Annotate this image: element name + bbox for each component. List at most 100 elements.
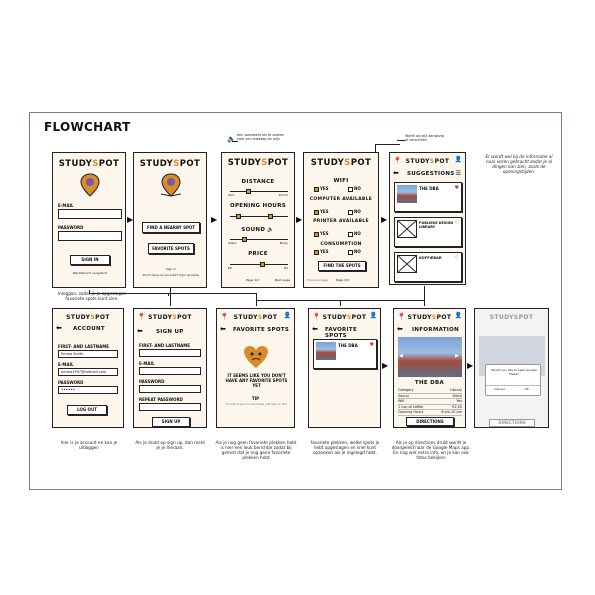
password-label: PASSWORD	[58, 380, 84, 385]
connector	[375, 144, 400, 145]
distance-slider[interactable]	[230, 191, 288, 192]
directions-button[interactable]: DIRECTIONS	[406, 417, 454, 426]
connector	[170, 288, 171, 306]
heart-outline-icon[interactable]: ♡	[455, 255, 459, 261]
computer-no-option[interactable]: NO	[348, 209, 361, 215]
directions-button[interactable]: DIRECTIONS	[489, 419, 535, 427]
sign-in-button[interactable]: SIGN IN	[70, 255, 110, 265]
sign-up-header: SIGN UP	[156, 329, 184, 335]
previous-page-link[interactable]: Previous page	[307, 278, 328, 283]
login-caption: Inloggen, zodat je je opgeslagen favorie…	[57, 291, 127, 301]
sound-knob[interactable]	[242, 237, 247, 242]
user-icon[interactable]: 👤	[284, 312, 291, 319]
suggestion-card[interactable]: KOFFIEBAR ♡	[394, 252, 462, 282]
connector	[397, 140, 405, 141]
sign-up-link[interactable]: Don't have an account? Sign up here!	[139, 273, 203, 278]
repeat-password-input[interactable]	[139, 403, 201, 411]
location-pin-icon: 📍	[393, 157, 402, 165]
studyspot-logo: STUDYSPOT	[58, 159, 120, 169]
studyspot-logo: STUDYSPOT	[310, 158, 372, 168]
name-input[interactable]	[139, 349, 201, 357]
suggestion-card[interactable]: PUBLIEKE DESIGN LIBRARY ♡	[394, 217, 462, 247]
distance-min: 0km	[228, 193, 235, 197]
distance-max: 20 km	[278, 193, 288, 197]
next-page-link[interactable]: Next page	[275, 278, 290, 283]
opening-knob-end[interactable]	[268, 214, 273, 219]
image-placeholder-icon	[397, 255, 417, 273]
information-caption: Als je op directions drukt wordt je door…	[391, 440, 471, 460]
sign-in-link[interactable]: Sign in	[139, 267, 203, 272]
forgot-password-link[interactable]: Wachtwoord vergeten?	[59, 271, 121, 276]
studyspot-logo: STUDYSPOT	[66, 314, 110, 321]
back-arrow-icon[interactable]: ⬅	[137, 327, 143, 335]
email-input[interactable]	[139, 367, 201, 375]
info-key: Opening Hours	[398, 410, 424, 415]
page-indicator: Page 2/2	[336, 278, 350, 282]
heart-outline-icon[interactable]: ♡	[455, 220, 459, 226]
info-key: Sound	[398, 393, 409, 398]
sign-up-button[interactable]: SIGN UP	[152, 417, 190, 427]
name-field[interactable]: Emma Smith	[58, 350, 118, 358]
studyspot-logo: STUDYSPOT	[227, 158, 289, 168]
wifi-no-option[interactable]: NO	[348, 186, 361, 192]
printer-header: PRINTER AVAILABLE	[313, 219, 369, 224]
consumption-yes-option[interactable]: YES	[314, 249, 329, 255]
cancel-button[interactable]: Cancel	[486, 387, 513, 392]
back-arrow-icon[interactable]: ⬅	[312, 325, 318, 333]
log-out-button[interactable]: LOG OUT	[67, 405, 107, 415]
price-knob[interactable]	[260, 262, 265, 267]
favorites-caption: favoriete plekken, welke spots je hebt o…	[310, 440, 380, 455]
password-field[interactable]: ••••••	[58, 386, 118, 394]
email-field[interactable]: emma1997@hotmail.com	[58, 368, 118, 376]
opening-knob-start[interactable]	[236, 214, 241, 219]
consumption-no-option[interactable]: NO	[348, 249, 361, 255]
spot-name: THE DBA	[338, 343, 358, 348]
prev-photo-icon[interactable]: ◀	[399, 353, 403, 359]
tip-label: TIP	[251, 396, 260, 401]
spot-name: THE DBA	[419, 186, 439, 191]
dialog-text: Would you like to open Google Maps?	[491, 368, 537, 376]
next-photo-icon[interactable]: ▶	[455, 353, 459, 359]
password-input[interactable]	[58, 231, 122, 241]
heart-icon[interactable]: ♥	[455, 185, 459, 191]
name-label: FIRST- AND LASTNAME	[139, 343, 190, 348]
info-key: Wifi	[398, 399, 405, 404]
back-arrow-icon[interactable]: ⬅	[397, 325, 403, 333]
info-value: 8 am-10 pm	[441, 410, 462, 415]
sound-slider[interactable]	[230, 239, 288, 240]
account-header: ACCOUNT	[73, 326, 105, 332]
wifi-header: WIFI	[333, 178, 349, 184]
find-nearby-spot-button[interactable]: FIND A NEARBY SPOT	[142, 222, 200, 233]
location-pin-icon: 📍	[137, 313, 146, 321]
filters-page1-screen: STUDYSPOT DISTANCE 0km 20 km OPENING HOU…	[221, 152, 295, 288]
printer-yes-option[interactable]: YES	[314, 231, 329, 237]
price-header: PRICE	[248, 251, 268, 257]
wifi-yes-option[interactable]: YES	[314, 186, 329, 192]
heart-icon[interactable]: ♥	[370, 342, 374, 348]
favorite-spots-button[interactable]: FAVORITE SPOTS	[148, 243, 194, 254]
arrow-right-icon: ▶	[211, 215, 218, 224]
back-arrow-icon[interactable]: ⬅	[56, 324, 62, 332]
suggestion-card[interactable]: THE DBA ♥	[394, 182, 462, 212]
location-pin-icon: 📍	[312, 313, 321, 321]
user-icon[interactable]: 👤	[455, 156, 462, 163]
back-arrow-icon[interactable]: ⬅	[393, 169, 399, 177]
printer-no-option[interactable]: NO	[348, 231, 361, 237]
back-arrow-icon[interactable]: ⬅	[220, 325, 226, 333]
spot-photo[interactable]	[398, 337, 462, 377]
sad-heart-icon	[244, 346, 268, 368]
computer-yes-option[interactable]: YES	[314, 209, 329, 215]
distance-knob[interactable]	[246, 189, 251, 194]
user-icon[interactable]: 👤	[370, 312, 377, 319]
password-input[interactable]	[139, 385, 201, 393]
ok-button[interactable]: OK	[513, 387, 540, 392]
favorite-card[interactable]: THE DBA ♥	[313, 339, 377, 369]
favorite-spots-header: FAVORITE SPOTS	[325, 327, 358, 339]
location-pin-icon: 📍	[397, 313, 406, 321]
user-icon[interactable]: 👤	[455, 312, 462, 319]
filter-icon[interactable]: ☰	[456, 170, 461, 177]
find-the-spots-button[interactable]: FIND THE SPOTS	[318, 261, 366, 271]
connector	[375, 144, 376, 152]
price-slider[interactable]	[230, 264, 288, 265]
email-input[interactable]	[58, 209, 122, 219]
